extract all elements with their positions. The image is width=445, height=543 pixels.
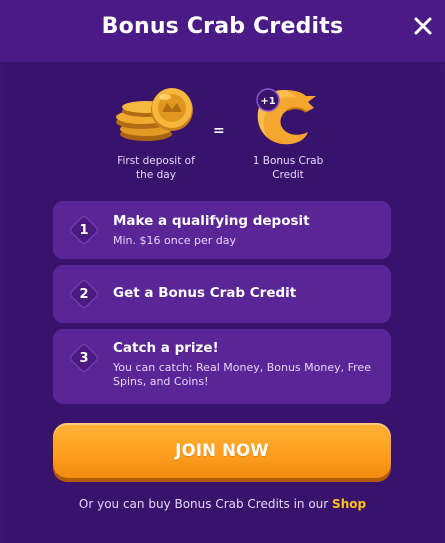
close-button[interactable] [409, 12, 437, 40]
join-now-button[interactable]: JOIN NOW [53, 423, 391, 478]
step-title: Catch a prize! [113, 340, 219, 356]
step-number: 3 [79, 350, 89, 366]
right-caption: 1 Bonus Crab Credit [252, 155, 324, 181]
footer-message: Or you can buy Bonus Crab Credits in our [78, 497, 329, 511]
coins-icon [116, 88, 193, 141]
shop-link[interactable]: Shop [332, 497, 366, 511]
equals-sign: = [213, 123, 225, 139]
step-description: Min. $16 once per day [113, 234, 237, 247]
close-icon [414, 17, 432, 35]
plus-one-badge: +1 [260, 96, 275, 107]
step-title: Get a Bonus Crab Credit [113, 285, 297, 301]
step-title: Make a qualifying deposit [113, 213, 310, 229]
step-card-2: 2 Get a Bonus Crab Credit [53, 265, 391, 323]
modal-title: Bonus Crab Credits [101, 14, 344, 39]
step-card-3: 3 Catch a prize! You can catch: Real Mon… [53, 329, 391, 404]
join-now-label: JOIN NOW [175, 441, 269, 460]
step-number: 2 [79, 286, 89, 302]
modal-header: Bonus Crab Credits [0, 0, 445, 62]
step-number-badge: 2 [67, 277, 101, 311]
left-caption: First deposit of the day [117, 155, 195, 181]
step-number-badge: 3 [67, 341, 101, 375]
step-description: You can catch: Real Money, Bonus Money, … [113, 361, 371, 388]
step-card-1: 1 Make a qualifying deposit Min. $16 onc… [53, 201, 391, 259]
crab-claw-icon: +1 [256, 88, 316, 145]
step-number: 1 [79, 222, 89, 238]
step-number-badge: 1 [67, 213, 101, 247]
footer-text: Or you can buy Bonus Crab Credits in our… [0, 497, 445, 511]
